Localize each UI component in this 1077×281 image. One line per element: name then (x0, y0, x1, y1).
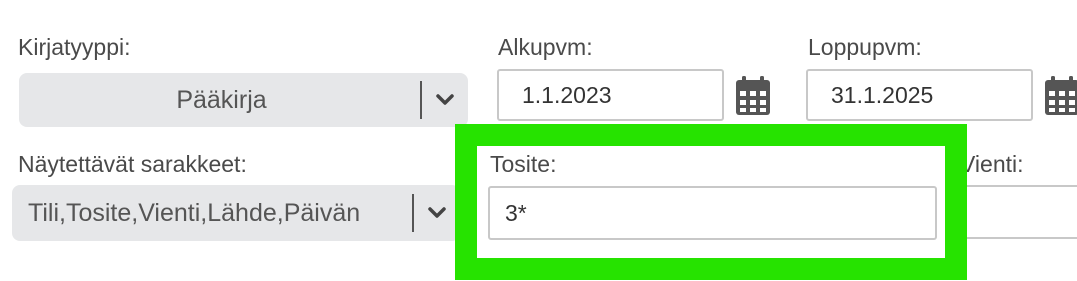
alkupvm-label: Alkupvm: (498, 34, 593, 60)
loppupvm-label: Loppupvm: (808, 34, 922, 60)
tosite-value: 3* (505, 199, 527, 226)
vienti-label: Vienti: (960, 151, 1024, 177)
chevron-down-icon[interactable] (422, 93, 468, 107)
sarakkeet-label: Näytettävät sarakkeet: (18, 151, 247, 177)
tosite-field[interactable]: 3* (488, 186, 937, 240)
calendar-icon[interactable] (1044, 76, 1077, 121)
calendar-icon[interactable] (735, 76, 771, 121)
kirjatyyppi-select[interactable]: Pääkirja (19, 73, 468, 127)
kirjatyyppi-value: Pääkirja (176, 85, 267, 114)
chevron-down-icon[interactable] (414, 206, 460, 220)
alkupvm-value: 1.1.2023 (522, 81, 612, 108)
alkupvm-field[interactable]: 1.1.2023 (497, 69, 724, 121)
tosite-label: Tosite: (490, 151, 557, 177)
loppupvm-value: 31.1.2025 (831, 81, 934, 108)
sarakkeet-select[interactable]: Tili,Tosite,Vienti,Lähde,Päivän (12, 185, 460, 241)
kirjatyyppi-label: Kirjatyyppi: (18, 34, 131, 60)
sarakkeet-value: Tili,Tosite,Vienti,Lähde,Päivän (28, 198, 361, 227)
loppupvm-field[interactable]: 31.1.2025 (806, 69, 1033, 121)
